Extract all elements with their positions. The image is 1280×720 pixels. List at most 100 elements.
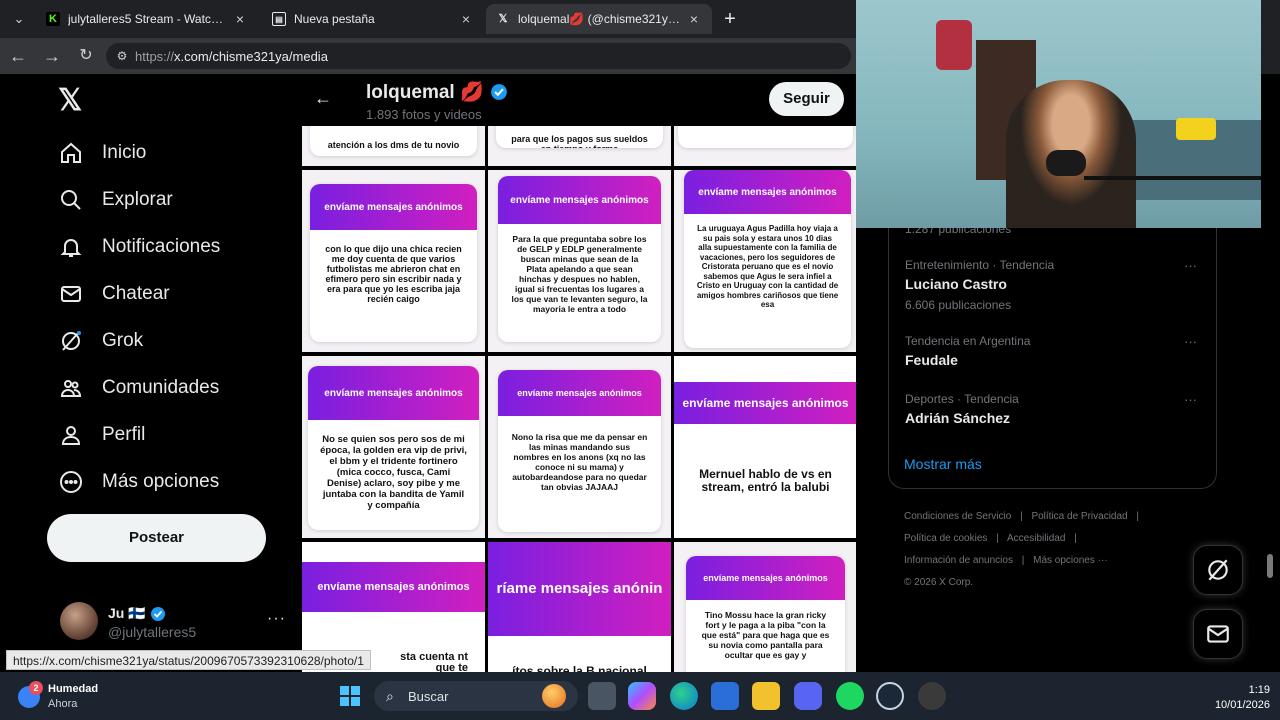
media-grid: atención a los dms de tu novio para que … (302, 126, 856, 672)
trend-category: Deportes · Tendencia (905, 392, 1019, 406)
media-tile[interactable]: envíame mensajes anónimos La uruguaya Ag… (674, 170, 856, 352)
sidebar-item-notificaciones[interactable]: Notificaciones (58, 230, 220, 264)
weather-widget[interactable]: 2 Humedad Ahora (18, 681, 138, 711)
footer-link[interactable]: Política de Privacidad (1031, 511, 1127, 522)
trend-name: Adrián Sánchez (905, 410, 1011, 426)
spotify-icon[interactable] (836, 682, 864, 710)
sidebar-item-inicio[interactable]: Inicio (58, 136, 146, 170)
media-tile[interactable]: envíame mensajes anónimos Para la que pr… (488, 170, 671, 352)
media-tile[interactable] (674, 126, 856, 166)
footer-link[interactable]: Condiciones de Servicio (904, 511, 1011, 522)
back-arrow-icon[interactable]: ← (314, 88, 334, 108)
media-tile[interactable]: envíame mensajes anónimos Tino Mossu hac… (674, 542, 856, 672)
reload-icon[interactable]: ↻ (74, 44, 98, 68)
weather-title: Humedad (48, 683, 99, 695)
clock-date: 10/01/2026 (1214, 699, 1270, 711)
discord-icon[interactable] (794, 682, 822, 710)
footer-separator: | (1020, 511, 1023, 522)
file-explorer-icon[interactable] (752, 682, 780, 710)
tile-header: envíame mensajes anónimos (684, 170, 851, 214)
footer-separator: | (1074, 533, 1077, 544)
more-circle-icon (58, 469, 84, 495)
mail-icon (1207, 625, 1229, 643)
browser-edge-strip (1261, 0, 1280, 74)
sidebar-item-label: Notificaciones (102, 236, 221, 257)
grok-icon (1208, 559, 1228, 581)
media-tile[interactable]: envíame mensajes anónimos No se quien so… (302, 356, 485, 538)
new-tab-plus-icon[interactable]: + (718, 6, 742, 32)
account-switcher[interactable]: Ju 🇫🇮 @julytalleres5 ··· (60, 602, 286, 650)
grok-fab-button[interactable] (1193, 545, 1243, 595)
post-button[interactable]: Postear (47, 514, 266, 562)
sidebar-item-label: Inicio (102, 142, 147, 163)
new-tab-icon: ▤ (272, 12, 286, 26)
trend-item[interactable]: Entretenimiento · Tendencia Luciano Cast… (905, 258, 1205, 312)
media-tile[interactable]: envíame mensajes anónimos Nono la risa q… (488, 356, 671, 538)
footer-separator: | (1136, 511, 1140, 522)
close-icon[interactable]: × (232, 11, 248, 27)
trend-item[interactable]: Tendencia en Argentina Feudale ··· (905, 334, 1205, 368)
tab-x-profile[interactable]: 𝕏 lolquemal💋 (@chisme321ya) / X × (486, 4, 712, 34)
trend-item[interactable]: Deportes · Tendencia Adrián Sánchez ··· (905, 392, 1205, 426)
forward-arrow-icon[interactable]: → (40, 44, 64, 68)
tab-new-tab[interactable]: ▤ Nueva pestaña × (262, 4, 484, 34)
tile-header: envíame mensajes anónimos (302, 562, 485, 612)
steam-icon[interactable] (876, 682, 904, 710)
more-dots-icon[interactable]: ··· (1184, 392, 1197, 407)
user-icon (58, 422, 84, 448)
more-dots-icon[interactable]: ··· (1184, 258, 1197, 273)
page-title: lolquemal 💋 (366, 80, 508, 104)
system-clock[interactable]: 1:19 10/01/2026 (1190, 683, 1270, 713)
page-scrollbar[interactable] (1266, 74, 1274, 672)
media-tile[interactable]: para que los pagos sus sueldos en tiempo… (488, 126, 671, 166)
obs-icon[interactable] (918, 682, 946, 710)
footer-link[interactable]: Accesibilidad (1007, 533, 1065, 544)
media-tile[interactable]: atención a los dms de tu novio (302, 126, 485, 166)
trend-name: Luciano Castro (905, 276, 1007, 292)
x-logo-icon[interactable]: 𝕏 (58, 86, 88, 116)
bell-icon (58, 234, 84, 260)
sidebar-item-comunidades[interactable]: Comunidades (58, 371, 219, 405)
tab-kick-stream[interactable]: K julytalleres5 Stream - Watch Live o × (36, 4, 258, 34)
avatar (60, 602, 98, 640)
sidebar-item-explorar[interactable]: Explorar (58, 183, 173, 217)
taskbar-search[interactable]: ⌕ Buscar (374, 681, 578, 711)
follow-button[interactable]: Seguir (769, 82, 844, 116)
tile-header: envíame mensajes anónimos (498, 176, 661, 224)
weather-subtitle: Ahora (48, 698, 78, 710)
profile-handle: @julytalleres5 (108, 624, 197, 640)
footer-link[interactable]: Política de cookies (904, 533, 987, 544)
messages-fab-button[interactable] (1193, 609, 1243, 659)
sidebar-item-chatear[interactable]: Chatear (58, 277, 170, 311)
close-icon[interactable]: × (458, 11, 474, 27)
edge-icon[interactable] (670, 682, 698, 710)
more-dots-icon[interactable]: ··· (267, 610, 286, 628)
footer-link[interactable]: Más opciones ··· (1033, 555, 1107, 566)
sidebar-item-grok[interactable]: Grok (58, 324, 143, 358)
task-view-icon[interactable] (588, 682, 616, 710)
tile-text: Para la que preguntaba sobre los de GELP… (511, 234, 648, 314)
site-info-icon[interactable]: ⚙ (114, 48, 130, 64)
media-tile[interactable]: ríame mensajes anónin ítos sobre la B na… (488, 542, 671, 672)
browser-nav-bar: ← → ↻ ⚙ https://x.com/chisme321ya/media (0, 38, 856, 74)
scrollbar-thumb[interactable] (1267, 554, 1273, 578)
media-tile[interactable]: envíame mensajes anónimos con lo que dij… (302, 170, 485, 352)
store-icon[interactable] (711, 682, 739, 710)
tab-search-menu-icon[interactable]: ⌄ (6, 6, 32, 32)
windows-start-icon[interactable] (336, 682, 364, 710)
more-dots-icon[interactable]: ··· (1184, 334, 1197, 349)
close-icon[interactable]: × (686, 11, 702, 27)
media-tile[interactable]: envíame mensajes anónimos Mernuel hablo … (674, 356, 856, 538)
trend-count: 6.606 publicaciones (905, 298, 1012, 312)
mic-arm (1084, 176, 1261, 180)
verified-badge-icon (150, 606, 165, 621)
tile-text: Tino Mossu hace la gran ricky fort y le … (701, 610, 830, 660)
sidebar-item-perfil[interactable]: Perfil (58, 418, 145, 452)
show-more-link[interactable]: Mostrar más (904, 456, 982, 472)
copilot-icon[interactable] (628, 682, 656, 710)
back-arrow-icon[interactable]: ← (6, 44, 30, 68)
footer-link[interactable]: Información de anuncios (904, 555, 1013, 566)
sidebar-item-mas-opciones[interactable]: Más opciones (58, 465, 219, 499)
address-bar[interactable]: ⚙ https://x.com/chisme321ya/media (106, 43, 851, 69)
webcam-bag (936, 20, 972, 70)
